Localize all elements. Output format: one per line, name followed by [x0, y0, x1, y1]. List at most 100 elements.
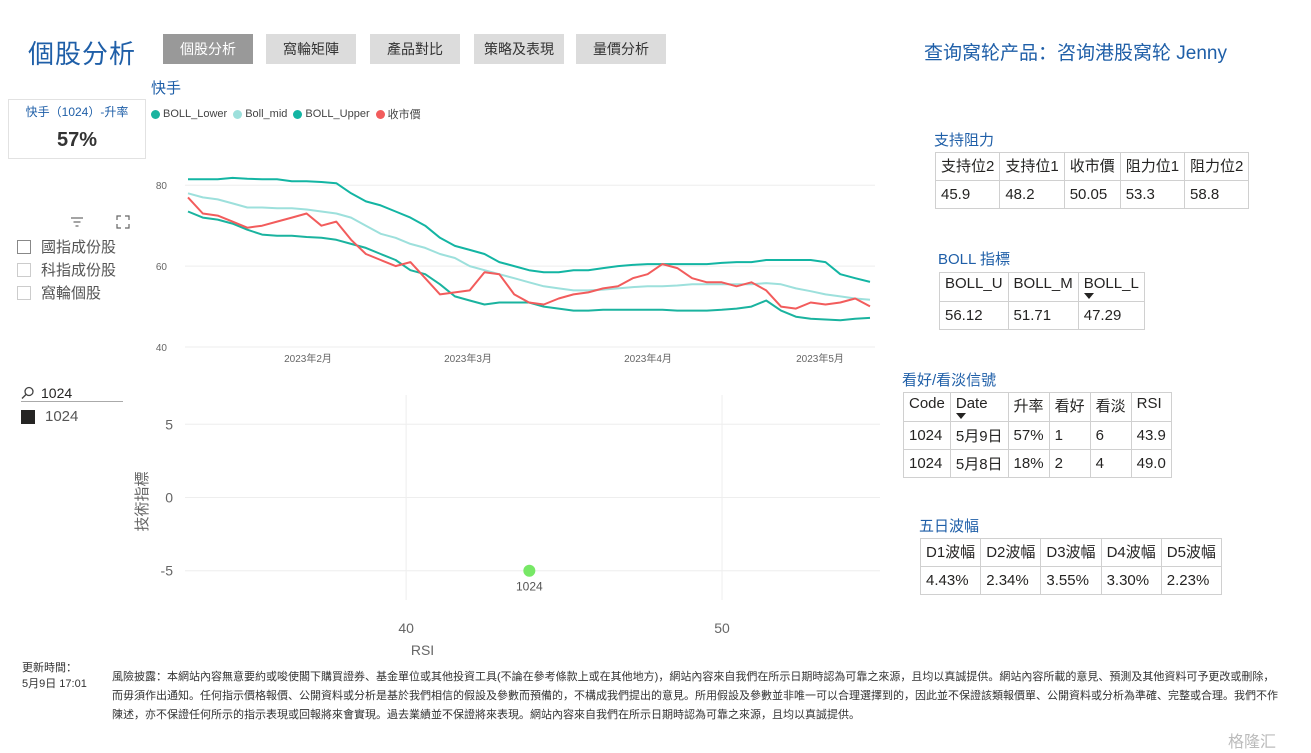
signals-table: Code Date 升率 看好 看淡 RSI 1024 5月9日 57% 1 6 43.9 1024 5月… [903, 392, 1172, 478]
volatility-title: 五日波幅 [919, 518, 980, 535]
search-result-item[interactable]: 1024 [21, 405, 78, 428]
table-row[interactable]: 1024 5月8日 18% 2 4 49.0 [903, 449, 1172, 478]
x-tick-label: 2023年3月 [444, 352, 492, 365]
update-time-label: 更新時間： [22, 662, 77, 674]
table-cell: 18% [1007, 449, 1050, 478]
table-header-row: BOLL_U BOLL_M BOLL_L [939, 272, 1145, 302]
table-cell: 5月8日 [949, 449, 1009, 478]
y-tick-label: 0 [165, 490, 173, 506]
table-cell: 48.2 [999, 180, 1065, 209]
table-cell: 47.29 [1077, 301, 1145, 330]
legend-label: 收市價 [387, 109, 421, 121]
sort-desc-icon[interactable] [1083, 293, 1094, 299]
column-header: RSI [1130, 392, 1172, 422]
index-slicer: 國指成份股 科指成份股 窩輪個股 [17, 235, 116, 304]
legend-label: BOLL_Upper [305, 108, 370, 120]
warrant-query-link[interactable]: 查询窝轮产品：咨询港股窝轮 Jenny [924, 38, 1227, 65]
column-header: D3波幅 [1040, 538, 1102, 567]
slicer-option-label: 科指成份股 [41, 262, 117, 279]
slicer-option-label: 國指成份股 [41, 239, 117, 256]
stock-name: 快手 [151, 80, 182, 97]
y-axis-title: 技術指標 [134, 471, 151, 531]
column-header: Code [903, 392, 951, 422]
table-cell: 50.05 [1063, 180, 1121, 209]
scatter-point[interactable] [523, 564, 536, 577]
tab-warrant-matrix[interactable]: 窩輪矩陣 [266, 34, 356, 64]
column-header: BOLL_U [939, 272, 1009, 302]
x-tick-label: 50 [714, 620, 730, 636]
table-cell: 51.71 [1007, 301, 1079, 330]
table-cell: 1 [1048, 421, 1091, 450]
volatility-table: D1波幅 D2波幅 D3波幅 D4波幅 D5波幅 4.43% 2.34% 3.55% 3.30%… [919, 538, 1222, 595]
boll-title: BOLL 指標 [938, 251, 1010, 268]
table-cell: 6 [1089, 421, 1132, 450]
table-row[interactable]: 1024 5月9日 57% 1 6 43.9 [903, 421, 1172, 450]
legend-label: Boll_mid [245, 108, 288, 120]
focus-mode-icon[interactable] [116, 215, 130, 229]
checkbox[interactable] [17, 262, 31, 277]
legend-label: BOLL_Lower [163, 108, 228, 120]
table-row[interactable]: 56.12 51.71 47.29 [939, 301, 1145, 330]
code-search[interactable]: 1024 [21, 384, 123, 402]
series-line-close [187, 196, 871, 310]
table-cell: 2.23% [1160, 566, 1222, 595]
table-cell: 5月9日 [949, 421, 1009, 450]
column-header: D1波幅 [919, 538, 982, 567]
rsi-scatter-chart: 40 5050-5RSI技術指標1024 [134, 395, 880, 658]
support-resistance-title: 支持阻力 [934, 132, 995, 149]
column-header: 支持位2 [934, 152, 1001, 181]
column-header: D4波幅 [1100, 538, 1162, 567]
tab-stock-analysis[interactable]: 個股分析 [163, 34, 253, 64]
column-header[interactable]: Date [949, 392, 1009, 422]
page-title: 個股分析 [28, 39, 137, 69]
table-cell: 45.9 [934, 180, 1001, 209]
checkbox[interactable] [21, 409, 35, 424]
checkbox[interactable] [17, 285, 31, 300]
boll-table: BOLL_U BOLL_M BOLL_L 56.12 51.71 47.29 [939, 272, 1145, 330]
slicer-option-hscei[interactable]: 國指成份股 [17, 235, 116, 258]
x-tick-label: 2023年4月 [624, 352, 672, 365]
line-chart-legend: BOLL_Lower Boll_mid BOLL_Upper 收市價 [151, 106, 421, 122]
checkbox[interactable] [17, 239, 31, 254]
table-header-row: 支持位2 支持位1 收市價 阻力位1 阻力位2 [934, 152, 1250, 181]
legend-item-lower[interactable]: BOLL_Lower [151, 106, 227, 122]
table-cell: 4.43% [919, 566, 982, 595]
update-time-value: 5月9日 17:01 [22, 678, 87, 690]
table-cell: 3.55% [1040, 566, 1102, 595]
column-header: 收市價 [1063, 152, 1121, 181]
table-cell: 53.3 [1119, 180, 1186, 209]
tab-product-compare[interactable]: 產品對比 [370, 34, 460, 64]
search-input[interactable]: 1024 [41, 385, 72, 401]
watermark-logo: 格隆汇 [1228, 734, 1277, 751]
table-row[interactable]: 45.9 48.2 50.05 53.3 58.8 [934, 180, 1250, 209]
table-cell: 57% [1007, 421, 1050, 450]
column-header: 阻力位2 [1184, 152, 1250, 181]
slicer-option-label: 窩輪個股 [41, 285, 102, 302]
table-cell: 2 [1048, 449, 1091, 478]
kpi-card: 快手（1024）-升率 57% [8, 99, 146, 159]
kpi-value: 57% [56, 129, 98, 151]
slicer-option-warrant-stock[interactable]: 窩輪個股 [17, 281, 116, 304]
legend-item-upper[interactable]: BOLL_Upper [293, 106, 370, 122]
y-tick-label: 40 [156, 343, 168, 354]
legend-item-mid[interactable]: Boll_mid [233, 106, 287, 122]
column-header: 支持位1 [999, 152, 1065, 181]
y-tick-label: 80 [156, 181, 168, 192]
tab-volume-price[interactable]: 量價分析 [576, 34, 666, 64]
sort-desc-icon[interactable] [955, 413, 966, 419]
slicer-option-hstech[interactable]: 科指成份股 [17, 258, 116, 281]
point-label: 1024 [516, 580, 543, 594]
table-cell: 58.8 [1184, 180, 1250, 209]
x-tick-label: 2023年5月 [796, 352, 844, 365]
column-header: 看淡 [1089, 392, 1132, 422]
table-cell: 49.0 [1130, 449, 1172, 478]
column-header[interactable]: BOLL_L [1077, 272, 1145, 302]
legend-item-close[interactable]: 收市價 [375, 106, 421, 122]
y-tick-label: 5 [165, 416, 173, 432]
table-row[interactable]: 4.43% 2.34% 3.55% 3.30% 2.23% [919, 566, 1222, 595]
signals-title: 看好/看淡信號 [902, 372, 997, 389]
tab-strategy[interactable]: 策略及表現 [474, 34, 564, 64]
filter-icon[interactable] [70, 216, 84, 228]
table-cell: 56.12 [939, 301, 1009, 330]
risk-disclaimer: 風險披露：本網站內容無意要約或唆使閣下購買證券、基金單位或其他投資工具(不論在參… [112, 671, 1278, 721]
